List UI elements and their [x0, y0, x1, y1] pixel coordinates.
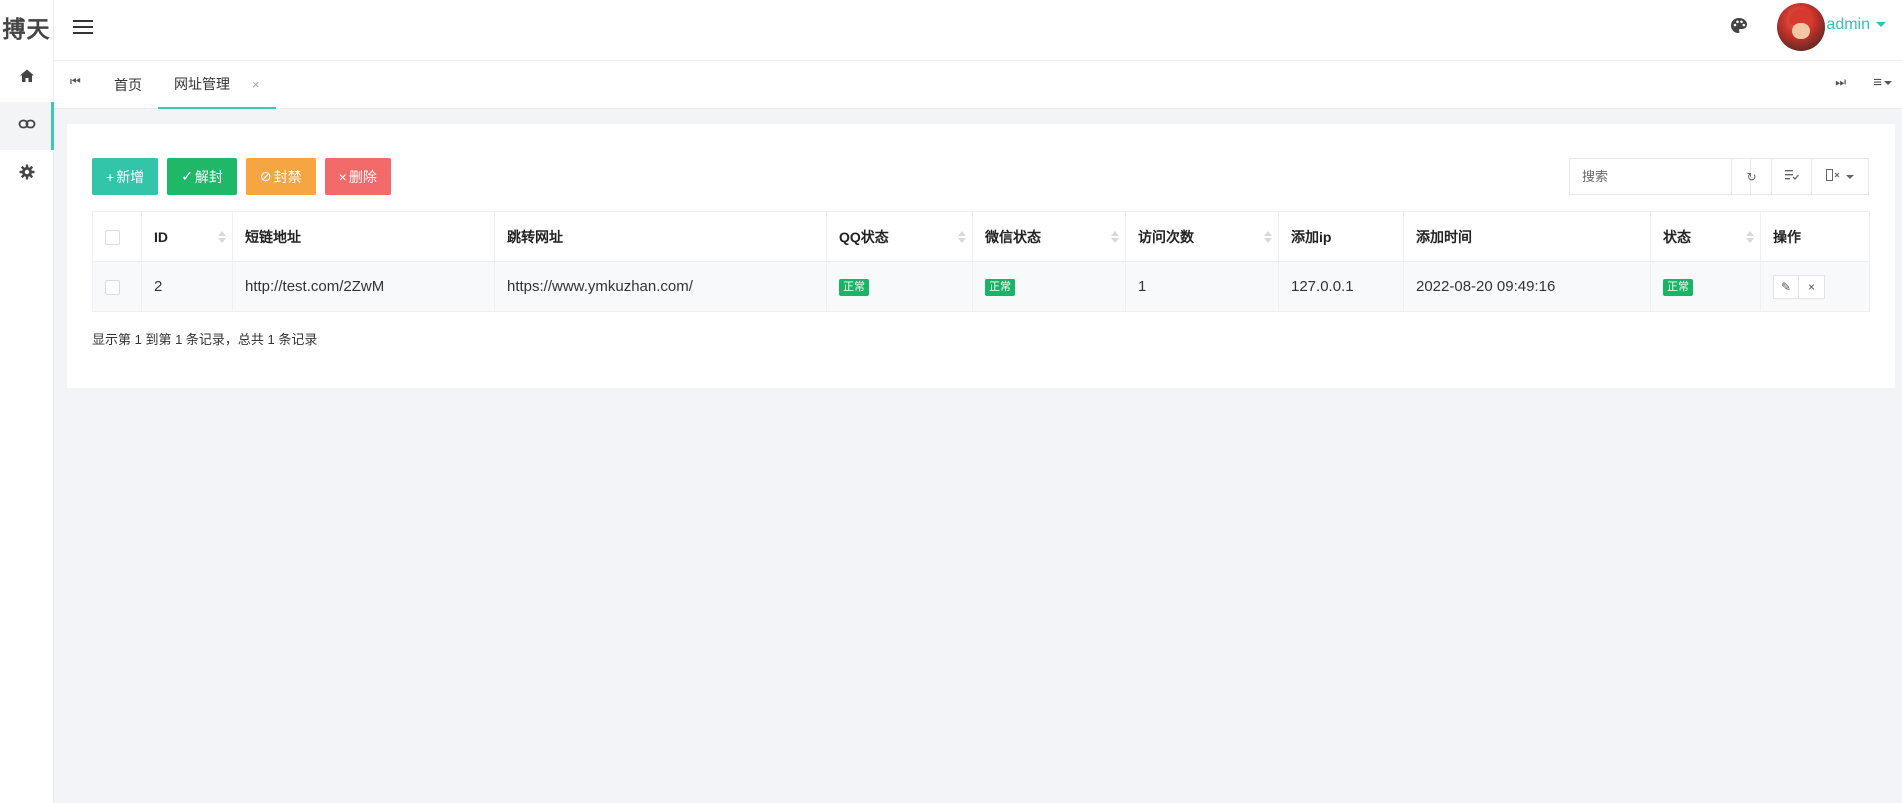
chevron-down-icon — [1846, 174, 1854, 179]
status-badge: 正常 — [985, 279, 1015, 296]
main-panel: + 新增 ✓ 解封 ⊘ 封禁 × 删除 ↻ — [67, 124, 1895, 388]
add-button[interactable]: + 新增 — [92, 158, 159, 195]
link-icon — [18, 115, 36, 138]
refresh-icon: ↻ — [1746, 169, 1757, 184]
select-all-cell — [92, 211, 142, 262]
cell-short-url: http://test.com/2ZwM — [232, 261, 495, 312]
cell-id: 2 — [141, 261, 233, 312]
column-header-short-url: 短链地址 — [232, 211, 495, 262]
top-header: admin — [54, 0, 1902, 61]
columns-icon — [1826, 169, 1840, 184]
sidebar: 搏天 — [0, 0, 54, 803]
sort-icon — [1746, 230, 1754, 243]
gear-icon — [19, 164, 35, 185]
cell-ip: 127.0.0.1 — [1278, 261, 1404, 312]
url-table: ID 短链地址 跳转网址 QQ状态 微信状态 访问次数 添加ip 添加时间 状态… — [92, 211, 1870, 312]
home-icon — [19, 68, 35, 89]
sidebar-item-settings[interactable] — [0, 150, 53, 198]
tab-label: 首页 — [114, 77, 142, 93]
username-label: admin — [1826, 16, 1870, 33]
tab-home[interactable]: 首页 — [114, 61, 142, 109]
logo: 搏天 — [2, 17, 51, 43]
row-delete-button[interactable]: × — [1799, 274, 1825, 299]
column-header-visits[interactable]: 访问次数 — [1125, 211, 1279, 262]
column-header-wechat-status[interactable]: 微信状态 — [972, 211, 1126, 262]
tab-bar: ⏮ 首页 网址管理 × ⏭ ≡ — [54, 61, 1902, 109]
toggle-view-button[interactable] — [1772, 159, 1812, 194]
column-header-actions: 操作 — [1760, 211, 1870, 262]
table-header-row: ID 短链地址 跳转网址 QQ状态 微信状态 访问次数 添加ip 添加时间 状态… — [92, 211, 1870, 262]
avatar[interactable] — [1777, 3, 1825, 51]
cell-added-time: 2022-08-20 09:49:16 — [1403, 261, 1651, 312]
list-icon: ≡ — [1873, 74, 1882, 91]
column-header-qq-status[interactable]: QQ状态 — [826, 211, 973, 262]
sort-icon — [958, 230, 966, 243]
tab-scroll-left-icon[interactable]: ⏮ — [70, 74, 81, 89]
cell-target-url: https://www.ymkuzhan.com/ — [494, 261, 827, 312]
list-check-icon — [1784, 169, 1799, 184]
sort-icon — [1264, 230, 1272, 243]
unban-button[interactable]: ✓ 解封 — [167, 158, 237, 195]
sidebar-item-home[interactable] — [0, 54, 53, 102]
cell-wechat-status: 正常 — [972, 261, 1126, 312]
check-icon: ✓ — [181, 168, 193, 184]
cell-actions: ✎ × — [1760, 261, 1870, 312]
status-badge: 正常 — [839, 279, 869, 296]
cell-status: 正常 — [1650, 261, 1761, 312]
table-tools: ↻ — [1731, 158, 1869, 195]
status-badge: 正常 — [1663, 279, 1693, 296]
plus-icon: + — [106, 168, 115, 185]
select-all-checkbox[interactable] — [105, 229, 120, 245]
search-input[interactable] — [1569, 158, 1751, 195]
close-icon: × — [1807, 279, 1815, 294]
pagination-info: 显示第 1 到第 1 条记录，总共 1 条记录 — [92, 332, 318, 347]
edit-button[interactable]: ✎ — [1773, 274, 1799, 299]
chevron-down-icon — [1884, 81, 1892, 86]
cell-visits: 1 — [1125, 261, 1279, 312]
sidebar-item-links[interactable] — [0, 102, 54, 150]
tab-label: 网址管理 — [174, 76, 230, 92]
column-header-target-url: 跳转网址 — [494, 211, 827, 262]
ban-icon: ⊘ — [259, 168, 272, 184]
chevron-down-icon — [1876, 22, 1886, 28]
sort-icon — [218, 230, 226, 243]
close-icon[interactable]: × — [252, 77, 260, 92]
tab-options-menu[interactable]: ≡ — [1873, 74, 1892, 91]
tab-url-management[interactable]: 网址管理 × — [158, 61, 276, 109]
pencil-icon: ✎ — [1780, 279, 1792, 294]
palette-icon[interactable] — [1729, 16, 1749, 41]
column-header-ip: 添加ip — [1278, 211, 1404, 262]
hamburger-menu-icon[interactable] — [72, 16, 94, 38]
action-toolbar: + 新增 ✓ 解封 ⊘ 封禁 × 删除 — [92, 158, 391, 195]
sort-icon — [1111, 230, 1119, 243]
column-header-added-time: 添加时间 — [1403, 211, 1651, 262]
refresh-button[interactable]: ↻ — [1732, 159, 1772, 194]
tab-scroll-right-icon[interactable]: ⏭ — [1835, 75, 1846, 90]
ban-button[interactable]: ⊘ 封禁 — [245, 158, 316, 195]
user-menu[interactable]: admin — [1826, 16, 1886, 34]
table-row: 2 http://test.com/2ZwM https://www.ymkuz… — [92, 261, 1870, 312]
column-header-status[interactable]: 状态 — [1650, 211, 1761, 262]
column-header-id[interactable]: ID — [141, 211, 233, 262]
cell-qq-status: 正常 — [826, 261, 973, 312]
close-icon: × — [338, 168, 347, 185]
row-checkbox[interactable] — [105, 279, 120, 295]
delete-button[interactable]: × 删除 — [324, 158, 391, 195]
row-select-cell — [92, 261, 142, 312]
columns-button[interactable] — [1812, 159, 1868, 194]
